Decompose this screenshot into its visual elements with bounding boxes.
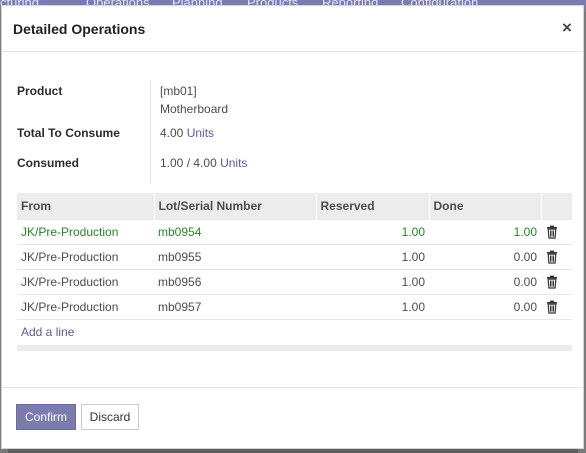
table-row[interactable]: JK/Pre-Production mb0955 1.00 0.00 [17,244,572,270]
cell-done[interactable]: 0.00 [429,269,541,295]
product-label: Product [17,84,63,98]
product-code-link[interactable]: [mb01] [160,84,197,98]
dialog-title: Detailed Operations [13,21,146,37]
total-to-consume-qty: 4.00 [160,126,184,140]
cell-reserved[interactable]: 1.00 [316,294,429,320]
cell-from[interactable]: JK/Pre-Production [17,244,154,270]
table-row[interactable]: JK/Pre-Production mb0956 1.00 0.00 [17,269,572,295]
consumed-separator: / [186,156,191,170]
table-row[interactable]: JK/Pre-Production mb0957 1.00 0.00 [17,294,572,320]
cell-reserved[interactable]: 1.00 [316,219,429,245]
consumed-value: 1.00 / 4.00 Units [160,156,247,170]
column-header-from[interactable]: From [17,193,155,220]
delete-row-button[interactable] [541,269,572,295]
total-to-consume-label: Total To Consume [17,126,120,140]
cell-lot[interactable]: mb0956 [154,269,316,295]
table-row[interactable]: JK/Pre-Production mb0954 1.00 1.00 [17,219,572,245]
column-header-done[interactable]: Done [429,193,542,220]
dialog-footer: Confirm Discard [2,387,583,448]
confirm-button[interactable]: Confirm [16,404,76,430]
operations-table: From Lot/Serial Number Reserved Done JK/… [17,193,573,344]
total-to-consume-value: 4.00 Units [160,126,214,140]
add-line-row: Add a line [17,319,572,344]
consumed-label: Consumed [17,156,80,170]
trash-icon[interactable] [545,250,559,265]
cell-from[interactable]: JK/Pre-Production [17,294,154,320]
add-line-link[interactable]: Add a line [21,325,74,339]
delete-row-button[interactable] [541,294,572,320]
table-footer [17,345,572,351]
column-header-lot[interactable]: Lot/Serial Number [154,193,317,220]
trash-icon[interactable] [545,225,559,240]
consumed-total: 4.00 [193,156,217,170]
cell-reserved[interactable]: 1.00 [316,244,429,270]
cell-reserved[interactable]: 1.00 [316,269,429,295]
cell-lot[interactable]: mb0955 [154,244,316,270]
trash-icon[interactable] [545,275,559,290]
cell-lot[interactable]: mb0954 [154,219,316,245]
delete-row-button[interactable] [541,244,572,270]
field-divider [150,80,151,184]
table-header-row: From Lot/Serial Number Reserved Done [17,193,573,220]
trash-icon[interactable] [545,300,559,315]
delete-row-button[interactable] [541,219,572,245]
column-header-actions [541,193,573,220]
detailed-operations-dialog: Detailed Operations × Product [mb01] Mot… [1,5,584,449]
discard-button[interactable]: Discard [81,404,139,430]
cell-done[interactable]: 0.00 [429,294,541,320]
dialog-header: Detailed Operations × [2,6,583,52]
cell-done[interactable]: 1.00 [429,219,541,245]
close-icon[interactable]: × [562,18,572,38]
product-name-link[interactable]: Motherboard [160,102,228,116]
column-header-reserved[interactable]: Reserved [316,193,430,220]
cell-from[interactable]: JK/Pre-Production [17,219,154,245]
consumed-qty: 1.00 [160,156,184,170]
total-to-consume-uom[interactable]: Units [187,126,214,140]
cell-from[interactable]: JK/Pre-Production [17,269,154,295]
cell-lot[interactable]: mb0957 [154,294,316,320]
consumed-uom[interactable]: Units [220,156,247,170]
cell-done[interactable]: 0.00 [429,244,541,270]
